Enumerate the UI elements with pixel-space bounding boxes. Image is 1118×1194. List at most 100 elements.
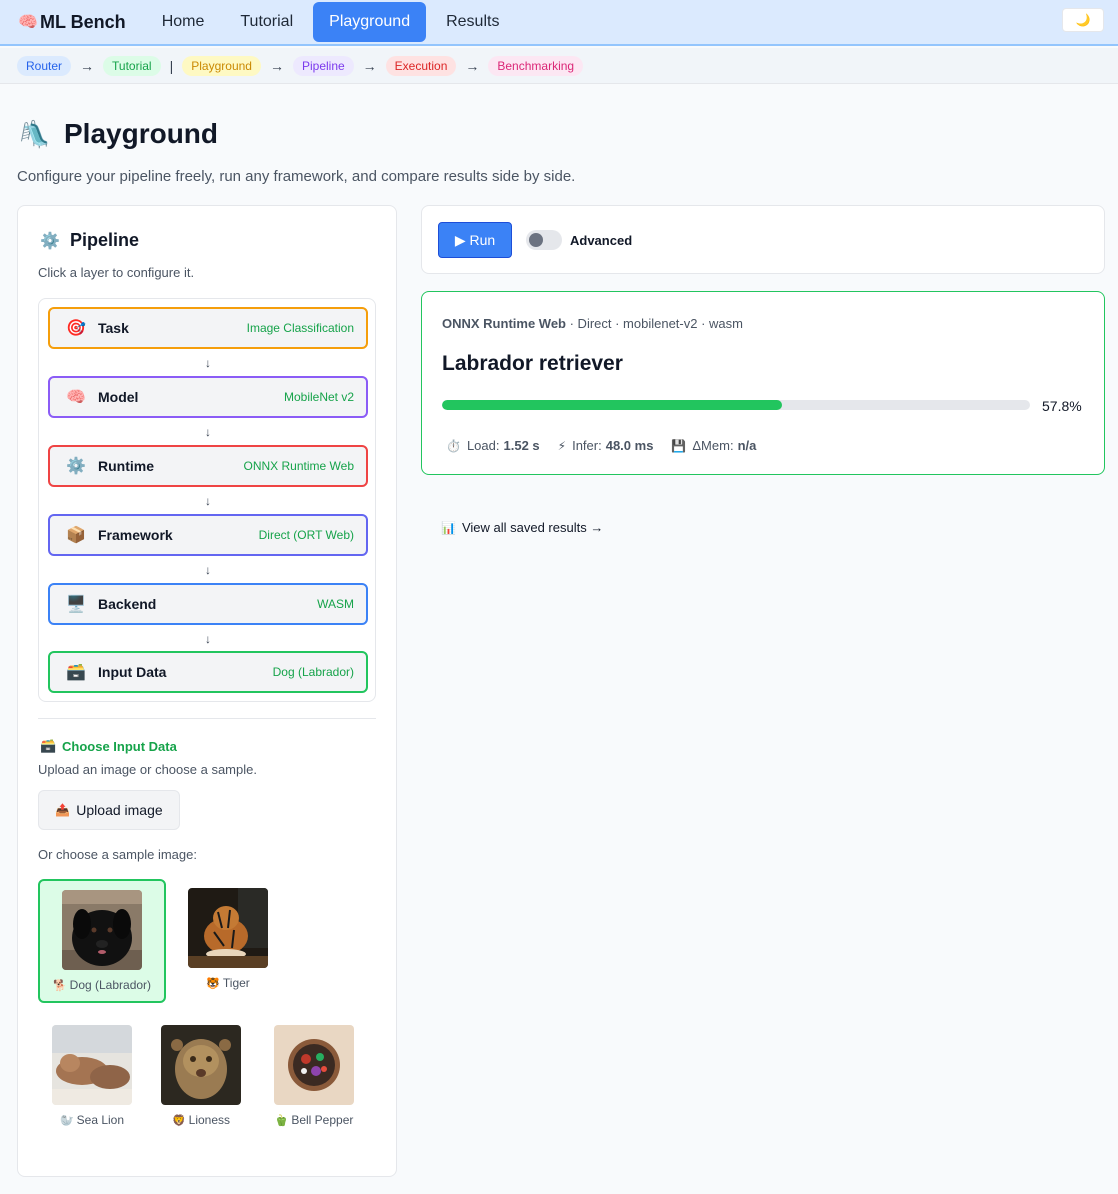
sample-dog[interactable]: 🐕 Dog (Labrador) <box>38 879 166 1003</box>
confidence-percent: 57.8% <box>1042 398 1082 414</box>
sample-lioness[interactable]: 🦁 Lioness <box>137 1016 265 1140</box>
brand[interactable]: 🧠 ML Bench <box>18 12 126 33</box>
nav-links: Home Tutorial Playground Results <box>146 0 520 44</box>
sample-bell-pepper[interactable]: 🫑 Bell Pepper <box>250 1016 378 1140</box>
sample-tiger[interactable]: 🐯 Tiger <box>164 879 292 1003</box>
gear-icon: ⚙️ <box>40 232 60 250</box>
confidence-bar <box>442 400 1030 410</box>
down-arrow-icon: ↓ <box>205 356 211 370</box>
run-controls: ▶ Run Advanced <box>421 205 1105 274</box>
nav-link-home[interactable]: Home <box>146 2 221 42</box>
layer-value: Direct (ORT Web) <box>258 528 354 542</box>
breadcrumb-benchmarking[interactable]: Benchmarking <box>488 55 584 76</box>
tiger-thumbnail <box>188 888 268 968</box>
layer-name: Model <box>98 389 139 405</box>
pipeline-layers: 🎯 Task Image Classification ↓ 🧠 Model Mo… <box>38 298 376 702</box>
sample-hint: Or choose a sample image: <box>38 847 197 862</box>
stat-value: 1.52 s <box>503 438 540 453</box>
layer-backend[interactable]: 🖥️ Backend WASM <box>48 583 368 625</box>
upload-label: Upload image <box>76 802 163 818</box>
page-title-text: Playground <box>64 118 219 149</box>
breadcrumb-separator: → <box>80 57 95 74</box>
advanced-label: Advanced <box>570 233 633 248</box>
floppy-disk-icon: 💾 <box>671 438 687 453</box>
breadcrumb-tutorial[interactable]: Tutorial <box>103 55 161 76</box>
layer-value: Image Classification <box>246 321 354 335</box>
confidence-bar-fill <box>442 400 782 410</box>
stat-value: n/a <box>737 438 757 453</box>
layer-input-data[interactable]: 🗃️ Input Data Dog (Labrador) <box>48 651 368 693</box>
top-nav: 🧠 ML Bench Home Tutorial Playground Resu… <box>0 0 1118 46</box>
breadcrumb-playground[interactable]: Playground <box>182 55 261 76</box>
breadcrumb-separator: → <box>362 57 377 74</box>
view-saved-results-link[interactable]: 📊 View all saved results → <box>441 520 603 535</box>
infer-stat: ⚡ Infer: 48.0 ms <box>558 438 654 453</box>
breadcrumb-separator: → <box>465 57 480 74</box>
monitor-icon: 🖥️ <box>66 596 86 613</box>
layer-name: Input Data <box>98 664 167 680</box>
stat-value: 48.0 ms <box>605 438 654 453</box>
sample-label: Lioness <box>188 1113 231 1127</box>
breadcrumb-pipeline[interactable]: Pipeline <box>292 55 354 76</box>
layer-framework[interactable]: 📦 Framework Direct (ORT Web) <box>48 514 368 556</box>
breadcrumb-router[interactable]: Router <box>17 55 72 76</box>
sea-lion-thumbnail <box>52 1025 132 1105</box>
target-icon: 🎯 <box>66 320 86 337</box>
seal-icon: 🦭 <box>59 1115 74 1127</box>
bell-pepper-icon: 🫑 <box>274 1115 289 1127</box>
pipeline-hint: Click a layer to configure it. <box>38 265 195 280</box>
layer-name: Framework <box>98 527 173 543</box>
nav-link-tutorial[interactable]: Tutorial <box>224 2 309 42</box>
page-subtitle: Configure your pipeline freely, run any … <box>17 168 576 185</box>
sample-label: Dog (Labrador) <box>69 978 152 992</box>
result-stats: ⏱️ Load: 1.52 s ⚡ Infer: 48.0 ms 💾 ΔMem: n/… <box>446 438 774 453</box>
breadcrumb: Router → Tutorial | Playground → Pipelin… <box>0 48 1118 84</box>
nav-link-playground[interactable]: Playground <box>313 2 427 42</box>
layer-value: MobileNet v2 <box>283 390 354 404</box>
advanced-toggle[interactable] <box>526 230 562 250</box>
down-arrow-icon: ↓ <box>205 632 211 646</box>
layer-name: Runtime <box>98 458 154 474</box>
down-arrow-icon: ↓ <box>205 563 211 577</box>
memory-stat: 💾 ΔMem: n/a <box>671 438 756 453</box>
pipeline-title: ⚙️ Pipeline <box>40 230 139 251</box>
theme-toggle-button[interactable]: 🌙 <box>1062 8 1104 32</box>
bell-pepper-thumbnail <box>274 1025 354 1105</box>
breadcrumb-separator: | <box>169 57 174 74</box>
input-section-title: 🗃️ Choose Input Data <box>40 738 177 754</box>
brand-name: ML Bench <box>40 11 126 32</box>
upload-image-button[interactable]: 📤 Upload image <box>38 790 180 830</box>
bar-chart-icon: 📊 <box>441 520 456 535</box>
run-button[interactable]: ▶ Run <box>438 222 512 258</box>
layer-value: ONNX Runtime Web <box>243 459 354 473</box>
tiger-icon: 🐯 <box>206 978 220 990</box>
sample-caption: 🐕 Dog (Labrador) <box>40 978 164 992</box>
lightning-icon: ⚡ <box>557 438 567 453</box>
sample-caption: 🐯 Tiger <box>164 976 292 990</box>
result-details: · Direct · mobilenet-v2 · wasm <box>566 316 743 331</box>
result-runtime: ONNX Runtime Web <box>442 316 566 331</box>
layer-model[interactable]: 🧠 Model MobileNet v2 <box>48 376 368 418</box>
nav-link-results[interactable]: Results <box>430 2 515 42</box>
down-arrow-icon: ↓ <box>205 425 211 439</box>
page-title: 🛝 Playground <box>18 118 218 150</box>
dog-icon: 🐕 <box>52 980 67 992</box>
card-box-icon: 🗃️ <box>40 738 57 753</box>
layer-name: Task <box>98 320 129 336</box>
stat-label: Load: <box>466 438 500 453</box>
layer-value: WASM <box>317 597 354 611</box>
layer-runtime[interactable]: ⚙️ Runtime ONNX Runtime Web <box>48 445 368 487</box>
brain-icon: 🧠 <box>66 389 86 406</box>
toggle-knob <box>529 233 543 247</box>
view-link-label: View all saved results → <box>461 520 604 535</box>
layer-task[interactable]: 🎯 Task Image Classification <box>48 307 368 349</box>
dog-thumbnail <box>62 890 142 970</box>
lion-icon: 🦁 <box>171 1115 186 1127</box>
slide-icon: 🛝 <box>18 118 51 149</box>
upload-icon: 📤 <box>55 803 71 817</box>
brain-icon: 🧠 <box>18 14 38 31</box>
sample-caption: 🦁 Lioness <box>137 1113 265 1127</box>
input-hint: Upload an image or choose a sample. <box>38 762 257 777</box>
pipeline-panel: ⚙️ Pipeline Click a layer to configure i… <box>17 205 397 1177</box>
breadcrumb-execution[interactable]: Execution <box>385 55 457 76</box>
